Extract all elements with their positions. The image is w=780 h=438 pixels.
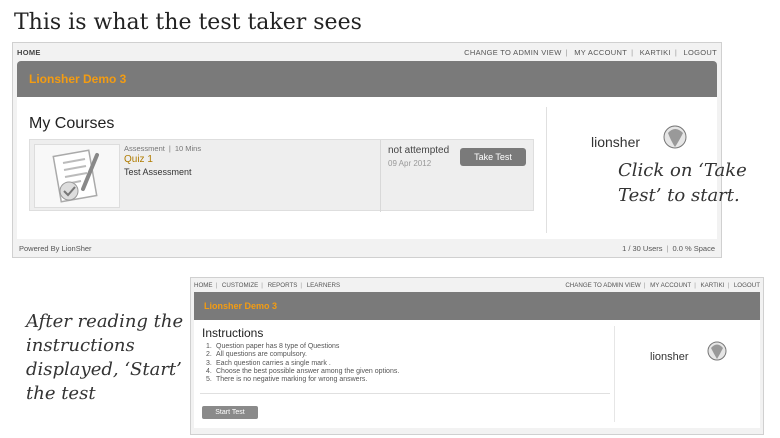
instruction-text: Each question carries a single mark . xyxy=(216,359,331,367)
logo-text: lionsher xyxy=(650,351,689,363)
top-nav: HOME CHANGE TO ADMIN VIEW | MY ACCOUNT | K… xyxy=(13,43,721,61)
instruction-text: There is no negative marking for wrong a… xyxy=(216,376,368,384)
course-divider xyxy=(380,140,381,212)
powered-by: Powered By LionSher xyxy=(19,243,92,253)
nav-logout[interactable]: LOGOUT xyxy=(734,282,760,289)
instruction-text: All questions are compulsory. xyxy=(216,351,307,359)
course-type: Assessment xyxy=(124,144,165,153)
page-title: Instructions xyxy=(202,326,264,340)
org-name: Lionsher Demo 3 xyxy=(204,301,278,311)
sidebar-divider xyxy=(546,107,547,233)
top-nav-left: HOME | CUSTOMIZE | REPORTS | LEARNERS xyxy=(194,281,341,289)
take-test-button[interactable]: Take Test xyxy=(460,148,526,166)
nav-change-to-admin-view[interactable]: CHANGE TO ADMIN VIEW xyxy=(464,48,561,57)
course-meta: Assessment | 10 Mins xyxy=(124,144,202,153)
nav-reports[interactable]: REPORTS xyxy=(268,282,298,289)
list-item: 4. Choose the best possible answer among … xyxy=(206,367,400,375)
nav-user-name[interactable]: KARTIKI xyxy=(640,48,671,57)
test-taker-dashboard: HOME CHANGE TO ADMIN VIEW | MY ACCOUNT | K… xyxy=(12,42,722,258)
lionsher-logo: lionsher xyxy=(650,340,730,366)
list-item: 5. There is no negative marking for wrong… xyxy=(206,376,368,384)
instruction-text: Question paper has 8 type of Questions xyxy=(216,343,340,350)
usage-stats: 1 / 30 Users | 0.0 % Space xyxy=(622,243,715,253)
nav-change-to-admin-view[interactable]: CHANGE TO ADMIN VIEW xyxy=(565,282,640,289)
main-content: Instructions 1. Question paper has 8 type… xyxy=(194,320,760,428)
course-description: Test Assessment xyxy=(124,167,192,177)
org-banner: Lionsher Demo 3 xyxy=(17,61,717,97)
start-test-button[interactable]: Start Test xyxy=(202,406,258,419)
nav-customize[interactable]: CUSTOMIZE xyxy=(222,282,258,289)
course-duration: 10 Mins xyxy=(174,144,202,153)
org-banner: Lionsher Demo 3 xyxy=(194,292,760,320)
list-item: 3. Each question carries a single mark . xyxy=(206,359,331,367)
assessment-thumbnail-icon xyxy=(34,144,120,208)
nav-home[interactable]: HOME xyxy=(194,282,213,289)
user-count: 1 / 30 Users xyxy=(622,243,663,253)
start-test-annotation: After reading the instructions displayed… xyxy=(26,311,184,404)
course-card: Assessment | 10 Mins Quiz 1 Test Assessmen… xyxy=(29,139,534,212)
footer: Powered By LionSher 1 / 30 Users | 0.0 % S… xyxy=(17,239,717,257)
slide-title: This is what the test taker sees xyxy=(14,10,362,35)
top-nav-right: CHANGE TO ADMIN VIEW | MY ACCOUNT | KARTIK… xyxy=(464,47,717,57)
page-title: My Courses xyxy=(29,115,115,132)
nav-my-account[interactable]: MY ACCOUNT xyxy=(650,282,691,289)
lionsher-logo: lionsher xyxy=(591,123,691,155)
divider xyxy=(200,393,610,394)
nav-my-account[interactable]: MY ACCOUNT xyxy=(574,48,627,57)
instructions-screen: HOME | CUSTOMIZE | REPORTS | LEARNERS CHANG… xyxy=(190,277,764,435)
nav-home[interactable]: HOME xyxy=(17,48,41,57)
logo-text: lionsher xyxy=(591,134,640,150)
course-status: not attempted xyxy=(388,145,450,156)
top-nav: HOME | CUSTOMIZE | REPORTS | LEARNERS CHANG… xyxy=(191,278,763,292)
org-name: Lionsher Demo 3 xyxy=(29,72,127,86)
take-test-annotation: Click on ‘Take Test’ to start. xyxy=(618,160,747,206)
top-nav-right: CHANGE TO ADMIN VIEW | MY ACCOUNT | KARTIK… xyxy=(565,281,760,289)
nav-user-name[interactable]: KARTIKI xyxy=(701,282,725,289)
instruction-text: Choose the best possible answer among th… xyxy=(216,367,400,375)
course-title[interactable]: Quiz 1 xyxy=(124,154,153,165)
main-content: My Courses Assessment | 10 Mins Quiz 1 Tes… xyxy=(17,97,717,239)
nav-learners[interactable]: LEARNERS xyxy=(307,282,340,289)
space-usage: 0.0 % Space xyxy=(672,243,715,253)
nav-logout[interactable]: LOGOUT xyxy=(684,48,717,57)
course-date: 09 Apr 2012 xyxy=(388,159,432,168)
list-item: 1. Question paper has 8 type of Questions xyxy=(206,343,340,350)
sidebar-divider xyxy=(614,326,615,422)
list-item: 2. All questions are compulsory. xyxy=(206,351,307,359)
instructions-list: 1. Question paper has 8 type of Questions… xyxy=(206,343,399,384)
